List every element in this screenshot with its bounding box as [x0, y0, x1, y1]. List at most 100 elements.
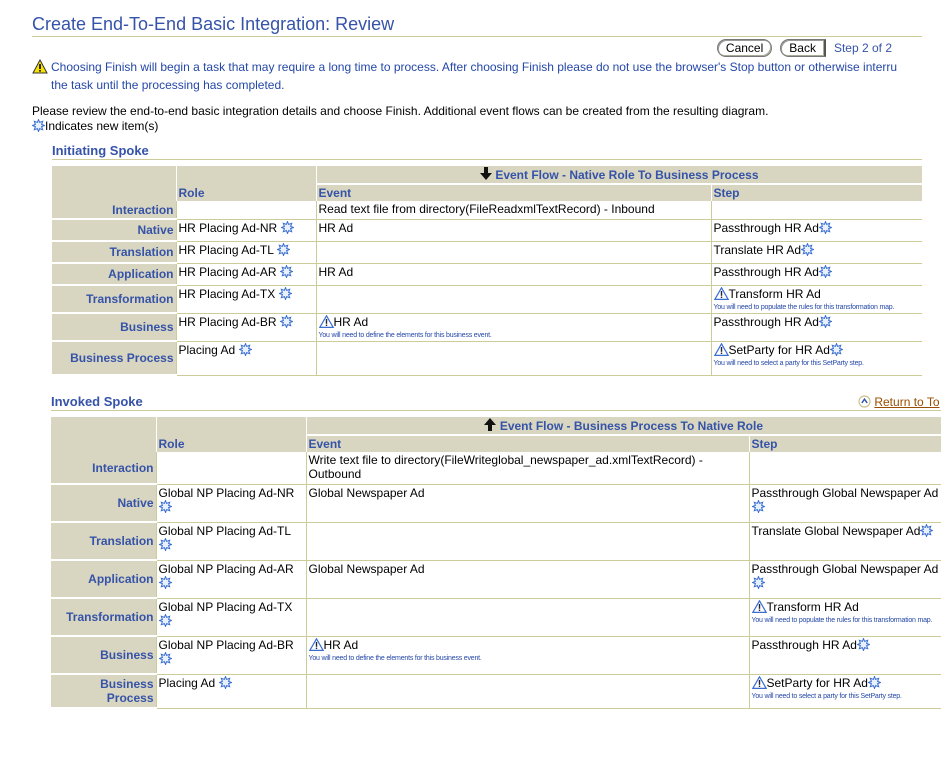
step-indicator: Step 2 of 2 [833, 41, 892, 55]
table-row: Business Global NP Placing Ad-BR HR Ad You… [51, 636, 941, 675]
role-name: Global NP Placing Ad-TX [158, 599, 293, 614]
step-cell [748, 452, 941, 485]
event-name: Read text file from directory(FileReadxm… [318, 202, 655, 216]
event-cell [305, 598, 749, 637]
row-label: Translation [51, 522, 156, 561]
initiating-spoke-table: Role Event Flow - Native Role To Busines… [52, 166, 922, 376]
row-label: Interaction [51, 452, 156, 485]
new-item-icon [279, 219, 295, 237]
warning-message: Choosing Finish will begin a task that m… [32, 59, 932, 93]
step-cell: Transform HR Ad You will need to populate… [748, 598, 941, 637]
event-flow-title: Event Flow - Business Process To Native … [499, 419, 764, 433]
row-label: Transformation [52, 285, 176, 314]
back-button[interactable]: Back [780, 39, 826, 57]
event-cell: HR Ad [315, 263, 711, 286]
role-name: Placing Ad [178, 342, 236, 357]
new-item-icon [817, 219, 833, 237]
table-row: Transformation HR Placing Ad-TX Transform… [52, 285, 922, 314]
row-label: Business [51, 636, 156, 675]
step-note: You will need to select a party for this… [713, 359, 864, 367]
event-cell: Global Newspaper Ad [305, 560, 749, 599]
event-cell: HR Ad You will need to define the element… [315, 313, 711, 342]
event-note: You will need to define the elements for… [318, 331, 492, 339]
table-row: Business HR Placing Ad-BR HR Ad You will n… [52, 313, 922, 342]
new-item-icon [278, 263, 294, 281]
new-item-icon [157, 574, 173, 592]
event-cell: HR Ad [315, 219, 711, 242]
row-label: Business [52, 313, 176, 342]
new-item-icon [278, 313, 294, 331]
title-divider [32, 36, 922, 37]
step-cell: Passthrough Global Newspaper Ad [748, 560, 941, 599]
return-to-top-link[interactable]: Return to To [858, 395, 940, 409]
role-column-header: Role [175, 166, 316, 201]
event-column-header: Event [305, 435, 749, 452]
step-cell: SetParty for HR Ad You will need to selec… [748, 674, 941, 709]
new-item-icon [275, 241, 291, 259]
step-cell: Passthrough HR Ad [748, 636, 941, 675]
role-cell: HR Placing Ad-TX [175, 285, 316, 314]
event-flow-title: Event Flow - Native Role To Business Pro… [495, 168, 759, 182]
event-flow-header: Event Flow - Native Role To Business Pro… [315, 166, 922, 185]
row-label: Native [52, 219, 176, 242]
event-name: Write text file to directory(FileWritegl… [308, 453, 703, 481]
table-row: Application HR Placing Ad-AR HR Ad Passthr… [52, 263, 922, 286]
step-note: You will need to populate the rules for … [751, 616, 933, 624]
step-name: Translate Global Newspaper Ad [751, 523, 921, 538]
arrow-up-icon [484, 418, 499, 433]
step-name: Passthrough Global Newspaper Ad [751, 561, 939, 576]
role-cell: Global NP Placing Ad-BR [155, 636, 306, 675]
row-label: Application [51, 560, 156, 599]
new-item-icon [157, 612, 173, 630]
role-name: Placing Ad [158, 675, 216, 690]
event-name: HR Ad [333, 314, 369, 329]
step-name: SetParty for HR Ad [766, 675, 868, 690]
instructions: Please review the end-to-end basic integ… [31, 104, 768, 134]
row-label: Business Process [51, 674, 156, 709]
new-item-icon [828, 341, 844, 359]
warning-icon [751, 675, 767, 692]
legend: Indicates new item(s) [31, 118, 768, 134]
event-cell: HR Ad You will need to define the element… [305, 636, 749, 675]
role-cell: Global NP Placing Ad-AR [155, 560, 306, 599]
event-cell [305, 522, 749, 561]
step-column-header: Step [748, 435, 941, 452]
corner-header [51, 417, 156, 452]
event-name: HR Ad [318, 220, 354, 235]
event-name: Global Newspaper Ad [308, 561, 425, 576]
step-cell: Passthrough HR Ad [710, 219, 922, 242]
role-name: HR Placing Ad-AR [178, 264, 277, 279]
step-name: SetParty for HR Ad [728, 342, 830, 357]
event-cell [305, 674, 749, 709]
table-row: Translation Global NP Placing Ad-TL Trans… [51, 522, 941, 561]
step-column-header: Step [710, 184, 922, 201]
new-item-icon [919, 522, 935, 540]
return-to-top-text[interactable]: Return to To [874, 395, 939, 409]
role-cell: Placing Ad [155, 674, 306, 709]
role-cell: HR Placing Ad-TL [175, 241, 316, 264]
step-cell: Translate Global Newspaper Ad [748, 522, 941, 561]
step-name: Transform HR Ad [728, 286, 821, 301]
new-item-icon [237, 341, 253, 359]
event-cell: Write text file to directory(FileWritegl… [305, 452, 749, 485]
step-cell: Passthrough HR Ad [710, 263, 922, 286]
warning-icon [713, 286, 729, 303]
event-cell: Read text file from directory(FileReadxm… [315, 201, 711, 220]
new-item-icon [750, 574, 766, 592]
new-item-icon [866, 674, 882, 692]
new-item-icon [800, 241, 816, 259]
role-name: HR Placing Ad-TL [178, 242, 274, 257]
role-cell [175, 201, 316, 220]
event-note: You will need to define the elements for… [308, 654, 482, 662]
corner-header [52, 166, 176, 201]
role-name: HR Placing Ad-NR [178, 220, 278, 235]
warning-line-2: the task until the processing has comple… [51, 78, 285, 92]
cancel-button[interactable]: Cancel [716, 39, 773, 57]
warning-icon [318, 314, 334, 331]
new-item-icon [157, 498, 173, 516]
row-label: Transformation [51, 598, 156, 637]
new-item-icon [817, 313, 833, 331]
role-cell: HR Placing Ad-AR [175, 263, 316, 286]
role-name: HR Placing Ad-TX [178, 286, 276, 301]
step-cell: Passthrough Global Newspaper Ad [748, 484, 941, 523]
